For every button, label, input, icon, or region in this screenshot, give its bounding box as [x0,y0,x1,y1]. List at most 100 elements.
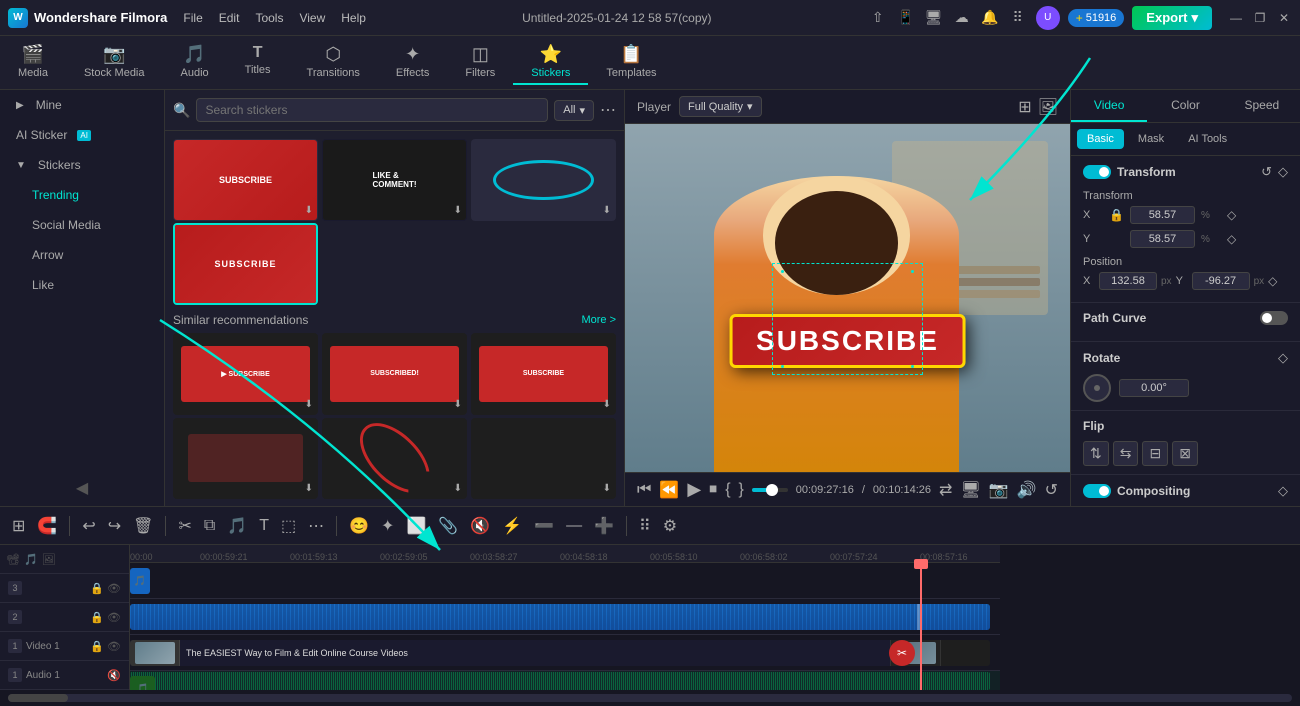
tl-zoom-out-icon[interactable]: ➖ [530,514,558,538]
share-icon[interactable]: ⇧ [868,8,888,28]
play-button[interactable]: ▶ [687,479,701,500]
transform-settings-icon[interactable]: ◇ [1278,164,1288,180]
tl-group-icon[interactable]: ⊞ [8,514,29,538]
settings-icon[interactable]: ↺ [1045,480,1058,500]
more-link[interactable]: More > [581,314,616,326]
collapse-panel[interactable]: ◀ [0,470,164,506]
tool-stock[interactable]: 📷 Stock Media [66,40,163,85]
more-options-icon[interactable]: ⋯ [600,100,616,120]
close-button[interactable]: ✕ [1276,10,1292,26]
sticker-item[interactable]: ⬇ [322,418,467,500]
filter-all-button[interactable]: All ▾ [554,100,594,121]
tl-ai-icon[interactable]: ✦ [377,514,398,538]
tl-attach-icon[interactable]: 📎 [434,514,462,538]
rotate-input[interactable] [1119,379,1189,397]
tool-effects[interactable]: ✦ Effects [378,40,447,85]
tl-audio-icon[interactable]: 🎵 [223,514,251,538]
scale-y-input[interactable] [1130,230,1195,248]
section-ai-sticker[interactable]: AI Sticker AI [0,120,164,150]
tool-stickers[interactable]: ⭐ Stickers [513,40,588,85]
sidebar-item-like[interactable]: Like [0,270,164,300]
tool-media[interactable]: 🎬 Media [0,40,66,85]
tl-speed-icon[interactable]: ⚡ [498,514,526,538]
tl-more-icon[interactable]: ⋯ [304,514,328,538]
menu-file[interactable]: File [183,11,202,25]
tl-grid-icon[interactable]: ⠿ [635,514,655,538]
tl-cut-icon[interactable]: ✂ [174,514,195,538]
menu-tools[interactable]: Tools [255,11,283,25]
tl-redo-icon[interactable]: ↪ [104,514,125,538]
tl-sticker-icon[interactable]: 😊 [345,514,373,538]
track-v1-lock-icon[interactable]: 🔒 [90,640,104,653]
extra-ctrl-2[interactable]: 🖥 [960,480,980,500]
track-3-lock-icon[interactable]: 🔒 [90,582,104,595]
transform-toggle[interactable] [1083,165,1111,179]
cloud-icon[interactable]: ☁ [952,8,972,28]
flip-v-button[interactable]: ⇆ [1113,441,1139,466]
rotate-reset-icon[interactable]: ◇ [1278,350,1288,366]
rewind-button[interactable]: ⏮ [637,481,651,499]
tl-mute-icon[interactable]: 🔇 [466,514,494,538]
maximize-button[interactable]: ❐ [1252,10,1268,26]
tool-titles[interactable]: T Titles [227,40,289,82]
extra-ctrl-1[interactable]: ⇄ [939,480,952,500]
sidebar-item-social-media[interactable]: Social Media [0,210,164,240]
tool-transitions[interactable]: ⬡ Transitions [289,40,378,85]
section-mine[interactable]: ▶ Mine [0,90,164,120]
sticker-item[interactable]: ⬇ [173,418,318,500]
track-2-eye-icon[interactable]: 👁 [107,611,121,624]
compositing-toggle[interactable] [1083,484,1111,498]
minimize-button[interactable]: — [1228,10,1244,26]
mark-in-button[interactable]: { [725,481,730,499]
track-3-clip[interactable]: 🎵 [130,568,150,594]
tl-settings-icon[interactable]: ⚙ [659,514,681,538]
track-v1-eye-icon[interactable]: 👁 [107,640,121,653]
quality-select[interactable]: Full Quality ▾ [679,96,762,117]
tool-filters[interactable]: ◫ Filters [447,40,513,85]
grid-view-icon[interactable]: ⊞ [1018,97,1031,117]
tl-delete-icon[interactable]: 🗑 [129,514,157,538]
volume-icon[interactable]: 🔊 [1017,480,1037,500]
track-2-lock-icon[interactable]: 🔒 [90,611,104,624]
sidebar-item-arrow[interactable]: Arrow [0,240,164,270]
tl-split-icon[interactable]: ⬜ [402,514,430,538]
tl-undo-icon[interactable]: ↩ [78,514,99,538]
menu-help[interactable]: Help [341,11,366,25]
scale-x-reset-icon[interactable]: ◇ [1227,208,1236,222]
extra-ctrl-3[interactable]: 📷 [989,480,1009,500]
progress-bar[interactable] [752,488,788,492]
path-curve-toggle[interactable] [1260,311,1288,325]
track-2-clip[interactable] [130,604,990,630]
track-v1-clip[interactable]: The EASIEST Way to Film & Edit Online Co… [130,640,990,666]
subtab-mask[interactable]: Mask [1128,129,1174,149]
flip-extra-2[interactable]: ⊠ [1172,441,1198,466]
bell-icon[interactable]: 🔔 [980,8,1000,28]
transform-reset-icon[interactable]: ↺ [1261,164,1272,180]
tab-video[interactable]: Video [1071,90,1147,122]
scale-y-reset-icon[interactable]: ◇ [1227,232,1236,246]
sticker-item[interactable]: SUBSCRIBED! ⬇ [322,333,467,415]
menu-edit[interactable]: Edit [219,11,240,25]
apps-icon[interactable]: ⠿ [1008,8,1028,28]
sticker-item[interactable]: ⬇ [471,418,616,500]
sticker-item[interactable]: SUBSCRIBE ⬇ [173,139,318,221]
tool-audio[interactable]: 🎵 Audio [163,40,227,85]
tl-magnet-icon[interactable]: 🧲 [33,514,61,538]
photo-icon[interactable]: 🖼 [1038,97,1058,117]
sidebar-item-trending[interactable]: Trending [0,180,164,210]
menu-view[interactable]: View [299,11,325,25]
pos-x-input[interactable] [1099,272,1157,290]
step-back-button[interactable]: ⏪ [659,480,679,500]
stop-button[interactable]: ⏹ [709,481,717,499]
subtab-basic[interactable]: Basic [1077,129,1124,149]
pos-y-input[interactable] [1192,272,1250,290]
sticker-item[interactable]: LIKE &COMMENT! ⬇ [322,139,467,221]
sticker-item-selected[interactable]: SUBSCRIBE [173,223,318,305]
tl-text-icon[interactable]: T [255,515,273,537]
section-stickers[interactable]: ▼ Stickers [0,150,164,180]
tl-zoom-slider[interactable]: — [562,515,586,537]
tool-templates[interactable]: 📋 Templates [588,40,674,85]
sticker-item[interactable]: ▶ SUBSCRIBE ⬇ [173,333,318,415]
flip-extra-1[interactable]: ⊟ [1142,441,1168,466]
sticker-item[interactable]: SUBSCRIBE ⬇ [471,333,616,415]
